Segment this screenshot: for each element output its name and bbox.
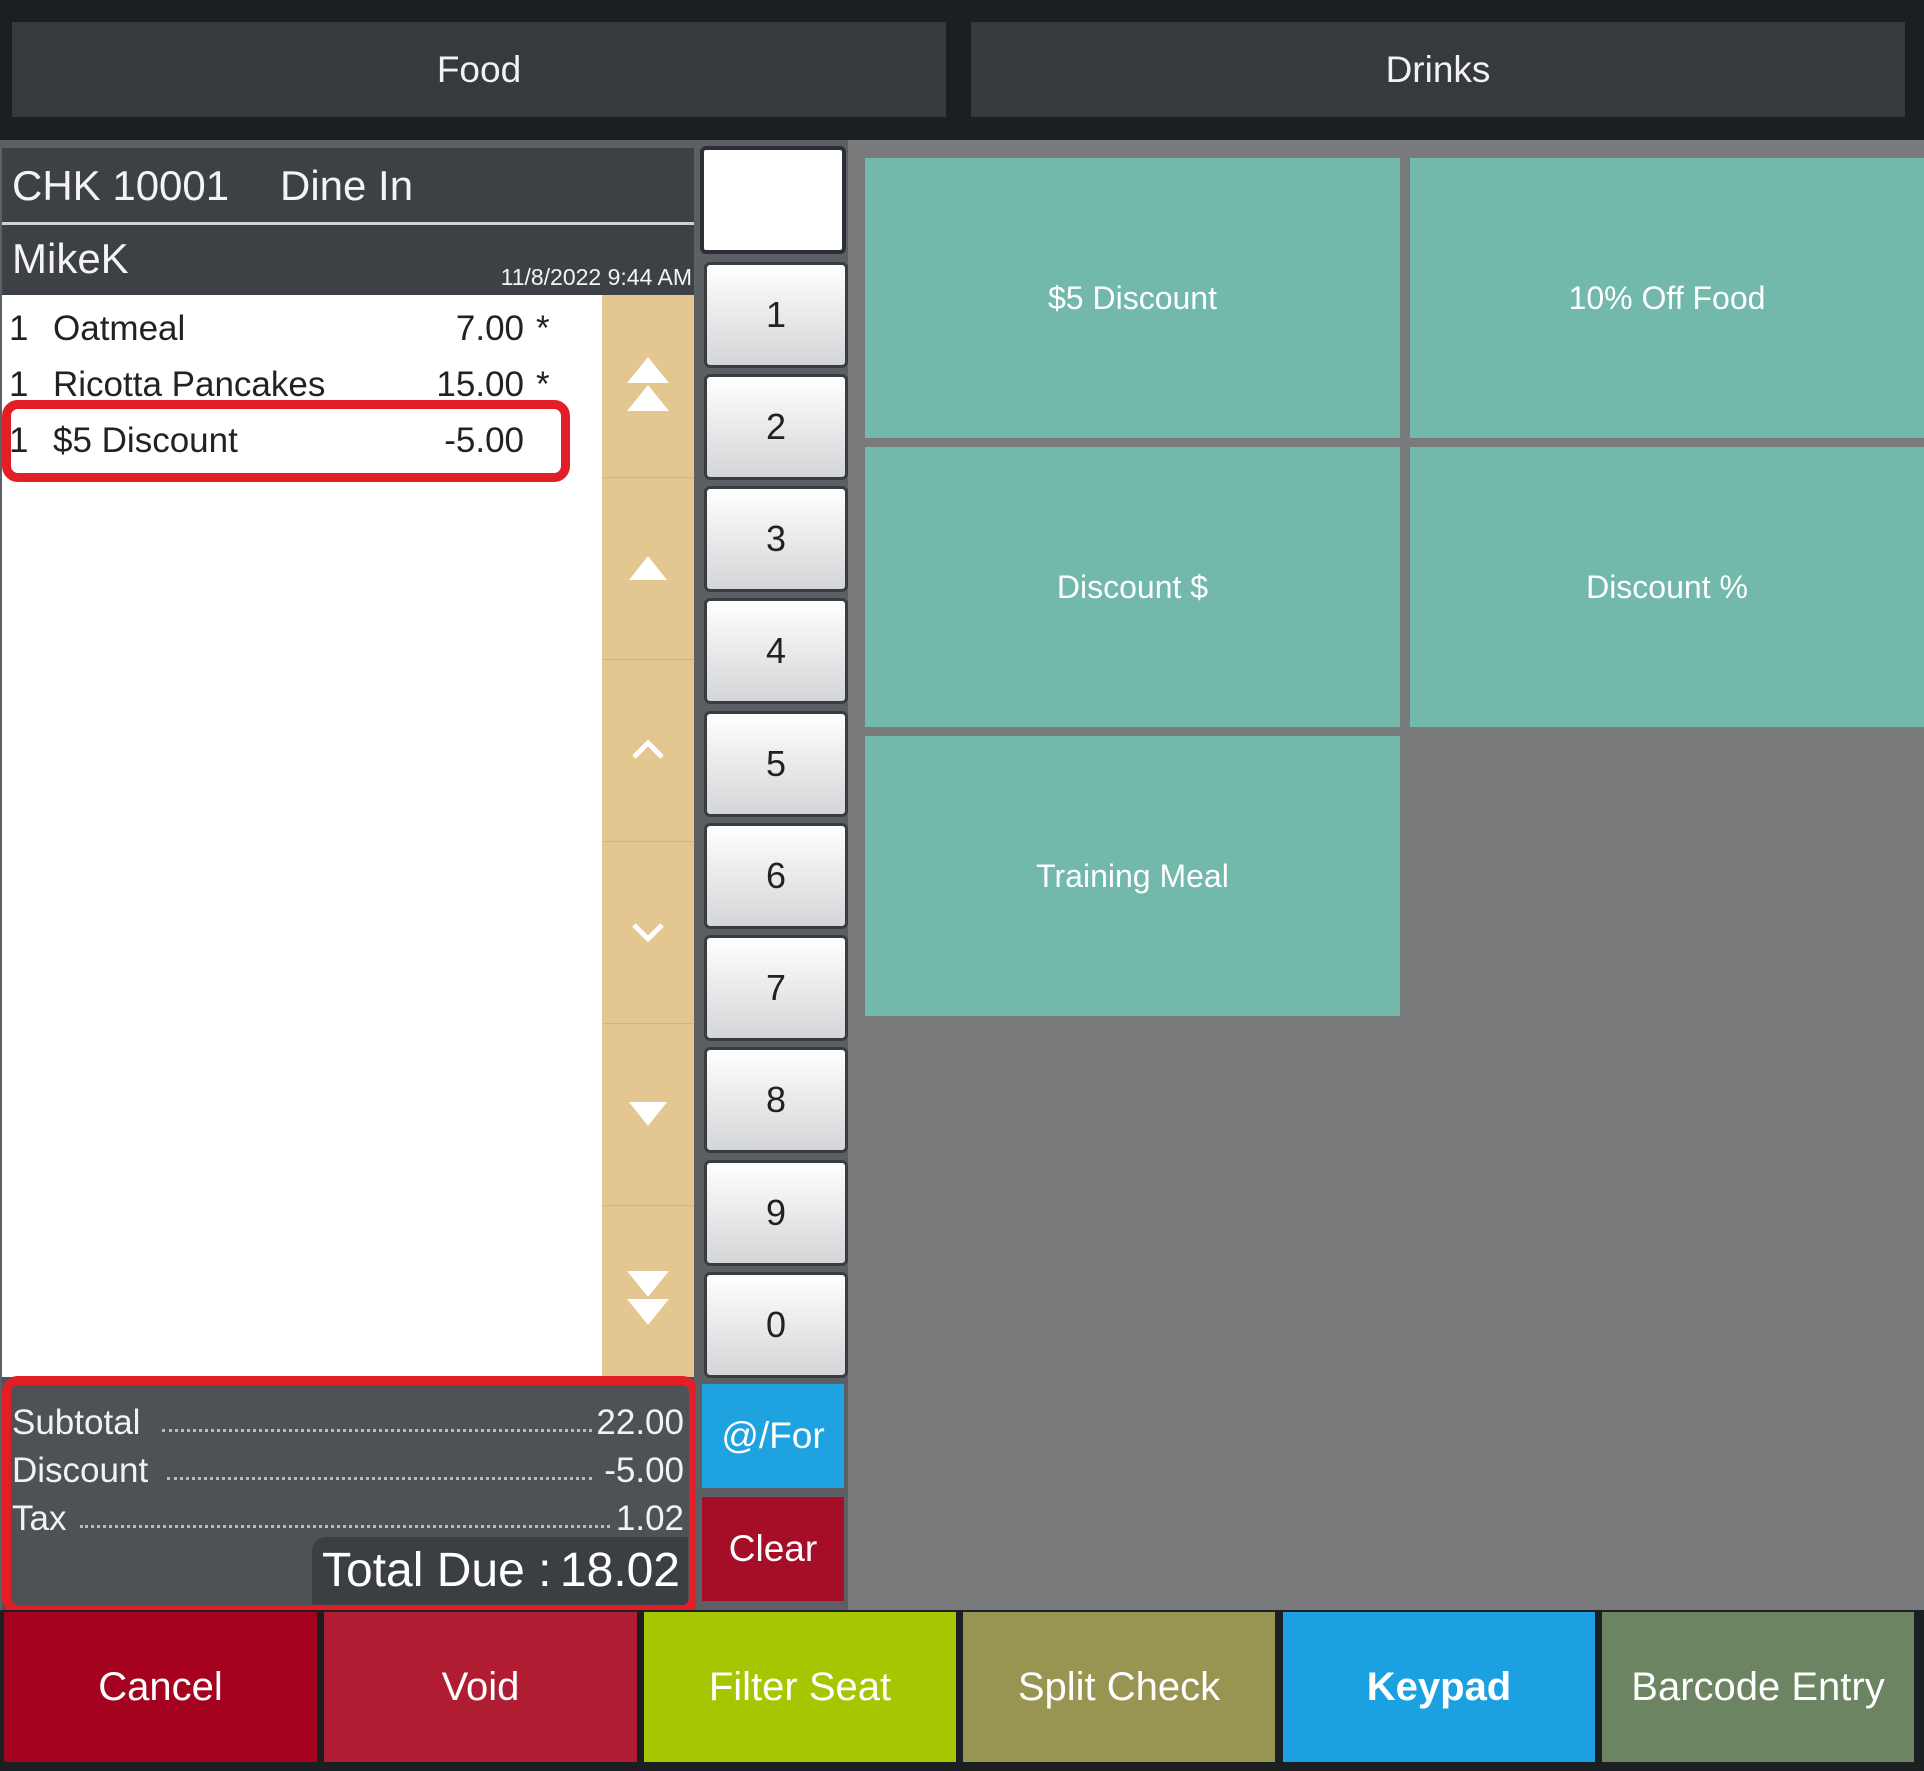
key-9[interactable]: 9 [704,1160,848,1266]
key-6[interactable]: 6 [704,823,848,929]
scroll-bottom-button[interactable] [602,1205,694,1387]
key-3[interactable]: 3 [704,486,848,592]
item-price: 15.00 [436,365,524,404]
item-qty: 1 [9,365,29,404]
item-name: Ricotta Pancakes [53,365,326,404]
key-4[interactable]: 4 [704,598,848,704]
check-number: CHK 10001 [12,162,230,209]
key-8[interactable]: 8 [704,1047,848,1153]
barcode-entry-button[interactable]: Barcode Entry [1602,1612,1914,1762]
server-header: MikeK 11/8/2022 9:44 AM [2,225,694,295]
void-button[interactable]: Void [324,1612,637,1762]
function-grid: $5 Discount 10% Off Food Discount $ Disc… [848,140,1924,1610]
highlight-totals [2,1376,698,1614]
scroll-page-up-button[interactable] [602,477,694,660]
scroll-line-up-button[interactable] [602,659,694,842]
ten-percent-off-food-button[interactable]: 10% Off Food [1410,158,1924,438]
key-0[interactable]: 0 [704,1272,848,1378]
chevron-down-icon [632,923,664,943]
scroll-line-down-button[interactable] [602,841,694,1024]
category-tab-drinks[interactable]: Drinks [971,22,1905,117]
keypad-button[interactable]: Keypad [1283,1612,1595,1762]
keypad-display [700,146,846,254]
category-tab-food[interactable]: Food [12,22,946,117]
server-name: MikeK [12,235,129,282]
at-for-button[interactable]: @/For [702,1384,844,1488]
item-mark: * [536,309,550,348]
item-mark: * [536,365,550,404]
double-down-icon [627,1271,669,1325]
filter-seat-button[interactable]: Filter Seat [644,1612,956,1762]
list-item[interactable]: 1 Oatmeal 7.00 * [2,303,602,359]
up-icon [629,556,667,580]
check-header: CHK 10001 Dine In [2,148,694,222]
training-meal-button[interactable]: Training Meal [865,736,1400,1016]
check-datetime: 11/8/2022 9:44 AM [500,264,692,290]
down-icon [629,1102,667,1126]
item-name: Oatmeal [53,309,186,348]
scroll-top-button[interactable] [602,295,694,478]
double-up-icon [627,357,669,411]
key-5[interactable]: 5 [704,711,848,817]
scroll-page-down-button[interactable] [602,1023,694,1206]
cancel-button[interactable]: Cancel [4,1612,317,1762]
scroll-strip [602,295,694,1377]
discount-5-button[interactable]: $5 Discount [865,158,1400,438]
item-qty: 1 [9,309,29,348]
highlight-discount-item [2,400,570,482]
key-2[interactable]: 2 [704,374,848,480]
item-price: 7.00 [455,309,524,348]
key-1[interactable]: 1 [704,262,848,368]
clear-button[interactable]: Clear [702,1497,844,1601]
discount-amount-button[interactable]: Discount $ [865,447,1400,727]
chevron-up-icon [632,739,664,759]
category-bar: Food Drinks [0,0,1924,140]
split-check-button[interactable]: Split Check [963,1612,1275,1762]
order-type: Dine In [280,162,414,209]
discount-percent-button[interactable]: Discount % [1410,447,1924,727]
key-7[interactable]: 7 [704,935,848,1041]
